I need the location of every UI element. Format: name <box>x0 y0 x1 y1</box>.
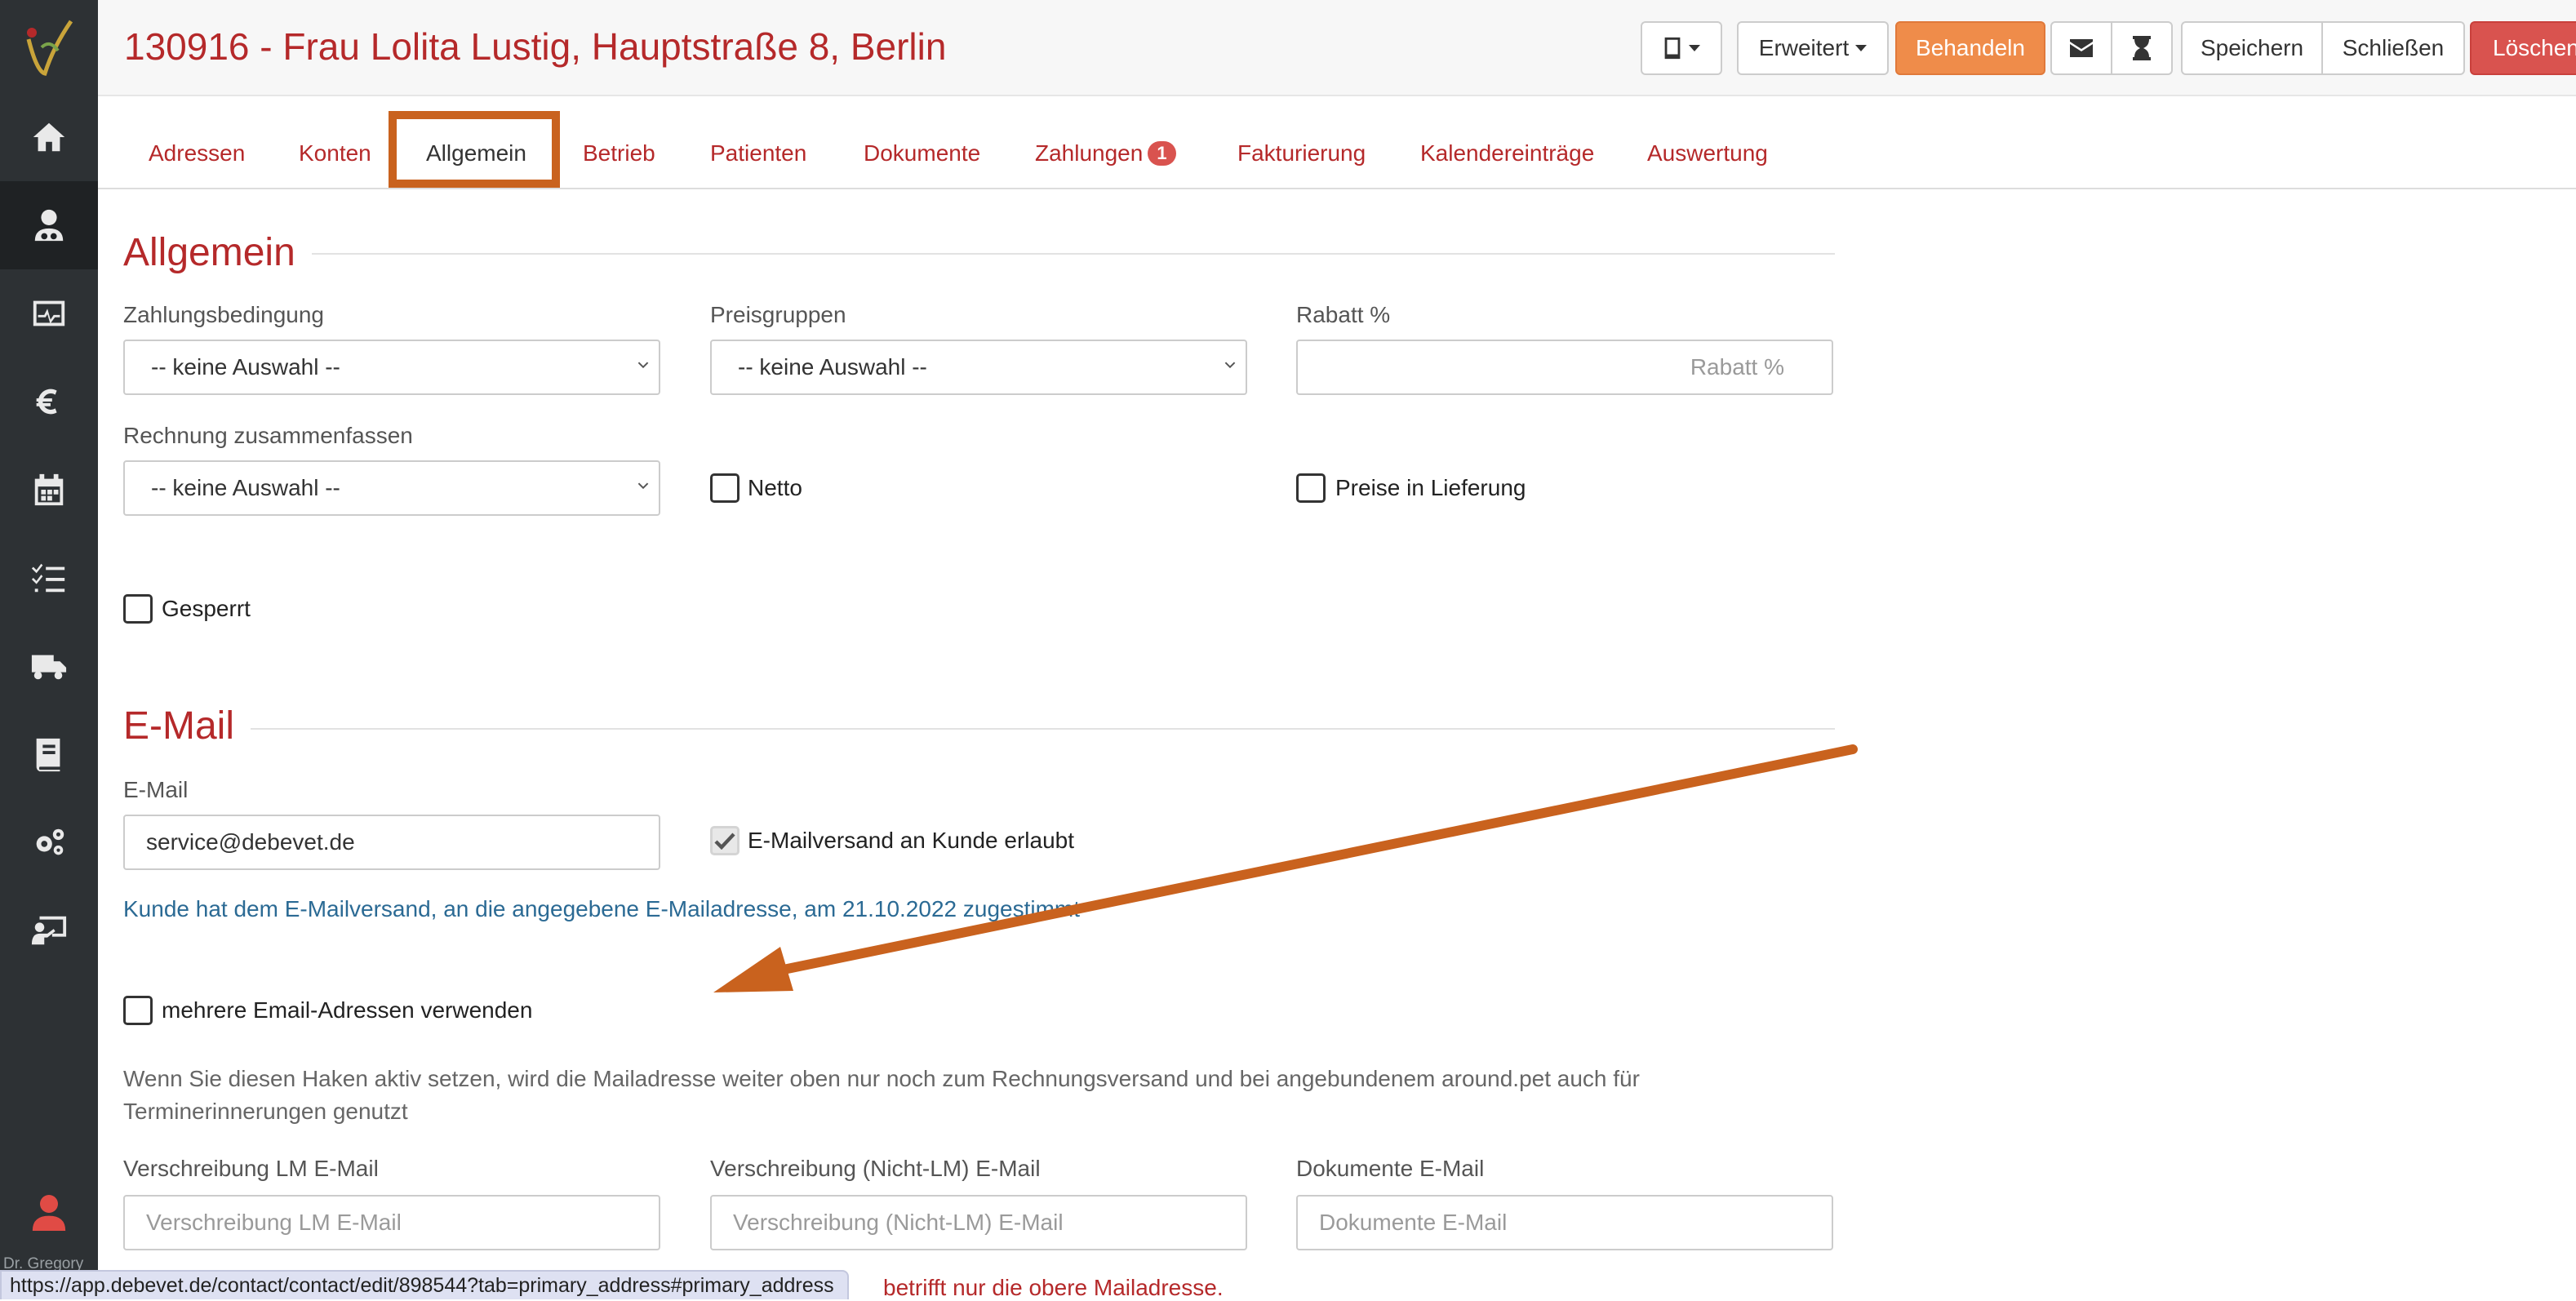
zahlungsbedingung-value: -- keine Auswahl -- <box>151 354 340 380</box>
tab-adressen[interactable]: Adressen <box>149 140 245 167</box>
sidebar-item-documents[interactable] <box>0 710 98 798</box>
zahlungsbedingung-select[interactable]: -- keine Auswahl -- <box>123 340 660 395</box>
section-divider <box>123 728 1835 730</box>
tablet-icon <box>1664 37 1681 60</box>
mehrere-email-checkbox[interactable] <box>123 996 153 1025</box>
calendar-icon <box>34 473 64 506</box>
section-title-email: E-Mail <box>123 704 251 748</box>
email-label: E-Mail <box>123 777 189 802</box>
emailversand-label: E-Mailversand an Kunde erlaubt <box>748 828 1075 853</box>
chevron-down-icon <box>1689 45 1700 51</box>
zahlungsbedingung-label: Zahlungsbedingung <box>123 302 324 327</box>
app-logo[interactable] <box>0 8 98 87</box>
rechnung-select[interactable]: -- keine Auswahl -- <box>123 460 660 516</box>
home-icon <box>33 122 65 152</box>
sidebar-item-delivery[interactable] <box>0 622 98 710</box>
teacher-icon <box>31 916 67 945</box>
email-button[interactable] <box>2050 21 2112 75</box>
mehrere-email-help-text: Wenn Sie diesen Haken aktiv setzen, wird… <box>123 1066 1640 1124</box>
sidebar: Dr. Gregory <box>0 0 98 1299</box>
tab-zahlungen[interactable]: Zahlungen 1 <box>1035 140 1176 167</box>
sidebar-item-training[interactable] <box>0 886 98 975</box>
page-title: 130916 - Frau Lolita Lustig, Hauptstraße… <box>124 25 947 68</box>
logo-icon <box>26 20 73 76</box>
tab-kalendereintraege[interactable]: Kalendereinträge <box>1420 140 1594 167</box>
sidebar-item-settings[interactable] <box>0 798 98 886</box>
tab-zahlungen-label: Zahlungen <box>1035 140 1144 166</box>
tab-betrieb[interactable]: Betrieb <box>583 140 655 167</box>
tab-allgemein[interactable]: Allgemein <box>426 140 526 167</box>
preisgruppen-select[interactable]: -- keine Auswahl -- <box>710 340 1247 395</box>
chevron-down-icon <box>1224 362 1236 369</box>
emailversand-checkbox[interactable] <box>710 826 739 855</box>
tablet-dropdown-button[interactable] <box>1641 21 1722 75</box>
gesperrt-checkbox[interactable] <box>123 594 153 624</box>
client-icon <box>34 209 64 242</box>
rabatt-label: Rabatt % <box>1296 302 1391 327</box>
tasks-icon <box>31 563 65 593</box>
monitor-icon <box>33 300 65 326</box>
rechnung-value: -- keine Auswahl -- <box>151 475 340 500</box>
chevron-down-icon <box>637 482 649 490</box>
truck-icon <box>31 655 67 680</box>
sidebar-item-tasks[interactable] <box>0 534 98 622</box>
tab-patienten[interactable]: Patienten <box>710 140 806 167</box>
tab-dokumente[interactable]: Dokumente <box>864 140 980 167</box>
behandeln-label: Behandeln <box>1916 35 2025 60</box>
netto-label: Netto <box>748 475 802 500</box>
verschreibung-nicht-lm-label: Verschreibung (Nicht-LM) E-Mail <box>710 1156 1041 1181</box>
book-icon <box>36 738 60 772</box>
gesperrt-label: Gesperrt <box>162 596 251 621</box>
dokumente-email-input[interactable] <box>1296 1195 1833 1250</box>
netto-checkbox[interactable] <box>710 473 739 503</box>
rabatt-input[interactable] <box>1296 340 1833 395</box>
section-title-allgemein: Allgemein <box>123 230 312 275</box>
sidebar-item-clients[interactable] <box>0 181 98 269</box>
sidebar-item-monitor[interactable] <box>0 269 98 357</box>
rechnung-label: Rechnung zusammenfassen <box>123 423 413 448</box>
timer-button[interactable] <box>2111 21 2173 75</box>
preise-checkbox[interactable] <box>1296 473 1326 503</box>
sidebar-item-home[interactable] <box>0 93 98 181</box>
count-badge: 1 <box>1148 141 1176 166</box>
verschreibung-lm-label: Verschreibung LM E-Mail <box>123 1156 379 1181</box>
checkmark-icon <box>714 833 735 850</box>
tab-konten[interactable]: Konten <box>299 140 371 167</box>
sidebar-item-calendar[interactable] <box>0 446 98 534</box>
mehrere-email-label: mehrere Email-Adressen verwenden <box>162 997 533 1023</box>
speichern-label: Speichern <box>2200 35 2304 60</box>
verschreibung-lm-input[interactable] <box>123 1195 660 1250</box>
sidebar-item-finance[interactable] <box>0 357 98 446</box>
preisgruppen-label: Preisgruppen <box>710 302 846 327</box>
schliessen-label: Schließen <box>2342 35 2445 60</box>
sidebar-user[interactable] <box>0 1174 98 1252</box>
browser-status-url: https://app.debevet.de/contact/contact/e… <box>0 1270 849 1299</box>
speichern-button[interactable]: Speichern <box>2181 21 2323 75</box>
bottom-note: betrifft nur die obere Mailadresse. <box>883 1275 1224 1300</box>
hourglass-icon <box>2133 36 2151 60</box>
tab-auswertung[interactable]: Auswertung <box>1647 140 1768 167</box>
erweitert-label: Erweitert <box>1758 35 1850 60</box>
loeschen-button[interactable]: Löschen <box>2470 21 2576 75</box>
envelope-icon <box>2070 39 2093 57</box>
erweitert-dropdown-button[interactable]: Erweitert <box>1737 21 1889 75</box>
dokumente-email-label: Dokumente E-Mail <box>1296 1156 1485 1181</box>
user-icon <box>32 1195 66 1231</box>
gears-icon <box>36 828 64 855</box>
behandeln-button[interactable]: Behandeln <box>1895 21 2045 75</box>
schliessen-button[interactable]: Schließen <box>2321 21 2465 75</box>
euro-icon <box>36 389 57 415</box>
section-divider <box>123 253 1835 255</box>
consent-info-text: Kunde hat dem E-Mailversand, an die ange… <box>123 896 1081 921</box>
chevron-down-icon <box>1855 45 1868 51</box>
email-field[interactable] <box>123 815 660 870</box>
preise-label: Preise in Lieferung <box>1335 475 1526 500</box>
chevron-down-icon <box>637 362 649 369</box>
loeschen-label: Löschen <box>2493 35 2576 60</box>
tab-fakturierung[interactable]: Fakturierung <box>1237 140 1366 167</box>
preisgruppen-value: -- keine Auswahl -- <box>738 354 927 380</box>
verschreibung-nicht-lm-input[interactable] <box>710 1195 1247 1250</box>
